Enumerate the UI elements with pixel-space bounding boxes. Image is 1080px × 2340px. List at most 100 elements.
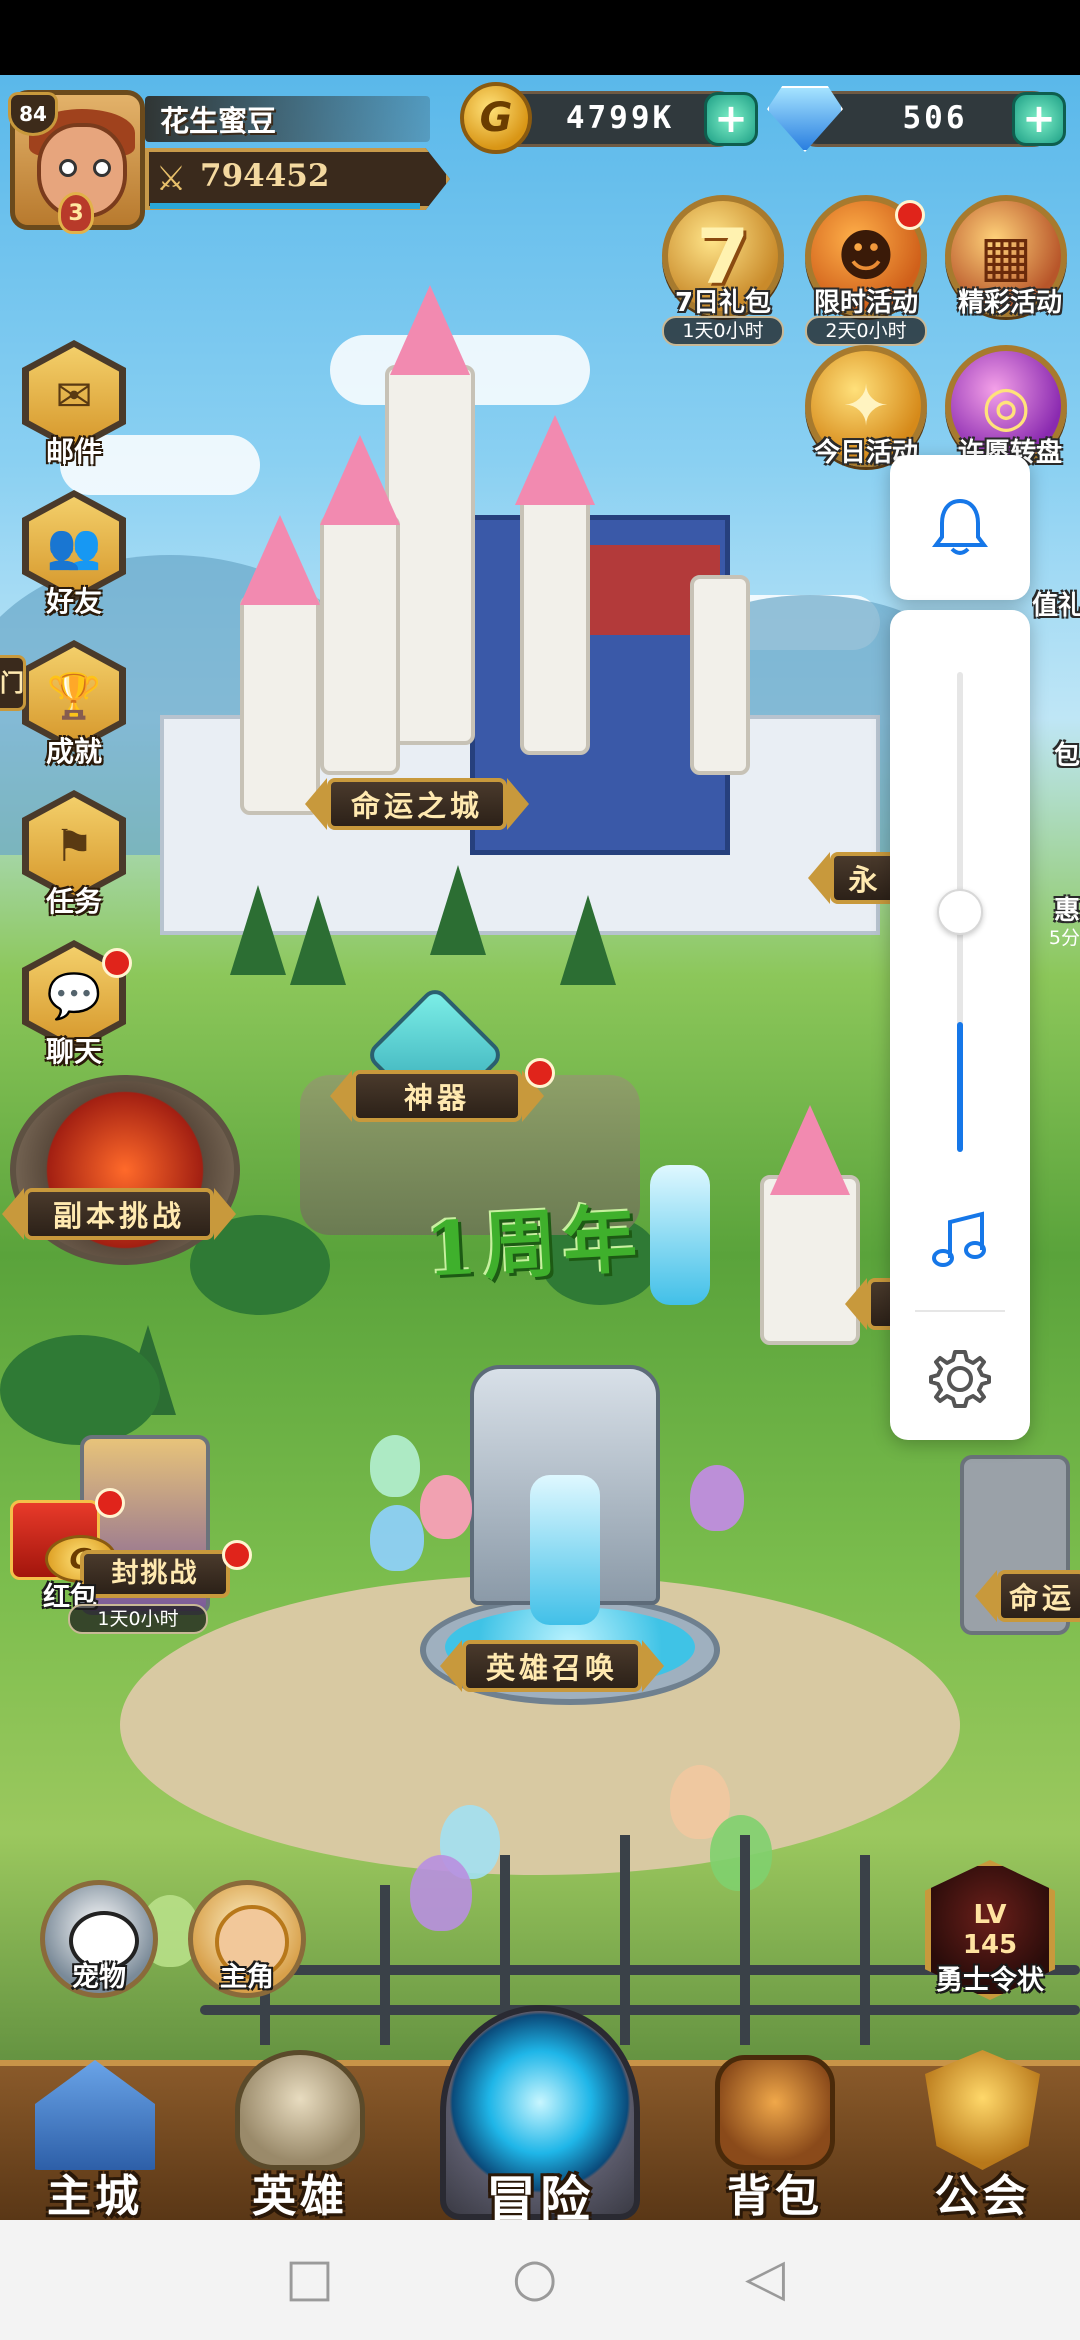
warrior-pass-label: 勇士令状 — [936, 1965, 1044, 1996]
balloon — [410, 1855, 472, 1931]
tower-roof — [240, 515, 320, 605]
anniversary-sign: 1周年 — [423, 1196, 645, 1294]
volume-slider-fill — [957, 1022, 963, 1152]
nav-guild-label: 公会 — [934, 2171, 1031, 2222]
avatar-eye — [59, 159, 77, 177]
event-timer-limited: 2天0小时 — [805, 316, 927, 346]
bag-label-partial: 包 — [1053, 741, 1080, 771]
hero-label: 主角 — [220, 1962, 274, 1993]
panel-divider — [915, 1310, 1005, 1312]
nav-backpack-label: 背包 — [727, 2171, 823, 2222]
banner-cap-left — [975, 1570, 997, 1622]
castle-tower — [520, 495, 590, 755]
chat-label: 聊天 — [45, 1035, 102, 1068]
backpack-icon — [715, 2055, 835, 2170]
banner-cap-right — [507, 778, 529, 830]
fence-post — [620, 1835, 630, 2045]
banner-cap-left — [440, 1640, 462, 1692]
fountain-stream — [530, 1475, 600, 1625]
mail-label: 邮件 — [45, 435, 102, 468]
challenge-notification-dot — [222, 1540, 252, 1570]
nav-main-city-label: 主城 — [47, 2171, 143, 2222]
fence-post — [860, 1855, 870, 2045]
banner-castle[interactable]: 命运之城 — [305, 778, 529, 830]
home-button[interactable]: ○ — [512, 2252, 557, 2304]
pet-label: 宠物 — [72, 1962, 126, 1993]
player-power: 794452 — [200, 158, 330, 194]
banner-fate-label: 命运 — [997, 1570, 1080, 1622]
sale-timer-partial: 5分 — [1048, 927, 1080, 949]
gold-coin-icon: G — [460, 82, 532, 154]
event-label-limited: 限时活动 — [813, 288, 918, 318]
castle-tower — [690, 575, 750, 775]
avatar-eye — [93, 159, 111, 177]
helmet-icon — [235, 2050, 365, 2170]
banner-cap-right — [214, 1188, 236, 1240]
bell-icon — [932, 498, 988, 555]
sale-label-partial: 惠 — [1053, 896, 1080, 926]
banner-summon[interactable]: 英雄召唤 — [440, 1640, 664, 1692]
banner-relic-label: 神器 — [352, 1070, 522, 1122]
nav-main-city[interactable]: 主城 — [10, 2060, 180, 2222]
guild-crest-icon — [925, 2050, 1040, 2170]
banner-relic[interactable]: 神器 — [330, 1070, 544, 1122]
tree — [0, 1335, 160, 1445]
banner-castle-label: 命运之城 — [327, 778, 507, 830]
banner-cap-left — [2, 1188, 24, 1240]
banner-dungeon-label: 副本挑战 — [24, 1188, 214, 1240]
banner-cap-left — [845, 1278, 867, 1330]
recent-apps-button[interactable]: □ — [285, 2252, 334, 2304]
chat-notification-dot — [102, 948, 132, 978]
ring-mode-button[interactable] — [890, 455, 1030, 600]
event-label-featured: 精彩活动 — [957, 288, 1062, 318]
nav-guild[interactable]: 公会 — [895, 2050, 1070, 2222]
event-timer-seven-day: 1天0小时 — [662, 316, 784, 346]
tree — [230, 885, 286, 975]
warrior-level-value: 145 — [962, 1930, 1018, 1960]
tasks-label: 任务 — [45, 885, 102, 918]
tree — [430, 865, 486, 955]
add-gems-button[interactable]: + — [1012, 92, 1066, 146]
tree — [560, 895, 616, 985]
banner-cap-left — [305, 778, 327, 830]
music-note-icon[interactable] — [930, 1210, 990, 1272]
event-label-seven-day: 7日礼包 — [674, 288, 772, 318]
banner-summon-label: 英雄召唤 — [462, 1640, 642, 1692]
nav-backpack[interactable]: 背包 — [690, 2055, 860, 2222]
achievements-label: 成就 — [45, 735, 102, 768]
back-button[interactable]: ◁ — [745, 2252, 785, 2304]
add-gold-button[interactable]: + — [704, 92, 758, 146]
player-name: 花生蜜豆 — [160, 104, 277, 138]
banner-fate-partial[interactable]: 命运 — [975, 1570, 1080, 1622]
tower-roof — [770, 1105, 850, 1195]
banner-cap-right — [642, 1640, 664, 1692]
fence-post — [740, 1835, 750, 2045]
banner-right-partial[interactable]: 永 — [808, 852, 900, 904]
nav-heroes[interactable]: 英雄 — [215, 2050, 385, 2222]
balloon — [370, 1435, 420, 1497]
challenge-timer: 1天0小时 — [68, 1604, 208, 1634]
limited-event-notification-dot — [895, 200, 925, 230]
banner-dungeon[interactable]: 副本挑战 — [2, 1188, 236, 1240]
nav-heroes-label: 英雄 — [252, 2171, 348, 2222]
balloon — [420, 1475, 472, 1539]
banner-cap-left — [330, 1070, 352, 1122]
castle-tower — [320, 515, 400, 775]
tree — [290, 895, 346, 985]
tower-roof — [320, 435, 400, 525]
left-gate-tab-partial[interactable]: 门 — [0, 655, 26, 711]
fence — [200, 2005, 1080, 2015]
balloon — [370, 1505, 424, 1571]
banner-cap-left — [808, 852, 830, 904]
friends-label: 好友 — [45, 585, 102, 618]
tower-roof — [515, 415, 595, 505]
gem-value: 506 — [902, 100, 968, 136]
gear-icon[interactable] — [927, 1346, 993, 1412]
fence-post — [380, 1885, 390, 2045]
red-packet-notification-dot — [95, 1488, 125, 1518]
power-shield-icon: ⚔ — [155, 159, 187, 199]
status-bar — [0, 0, 1080, 75]
balloon — [690, 1465, 744, 1531]
player-level-badge: 84 — [8, 92, 58, 136]
value-gift-label-partial: 值礼包 — [1032, 591, 1080, 621]
